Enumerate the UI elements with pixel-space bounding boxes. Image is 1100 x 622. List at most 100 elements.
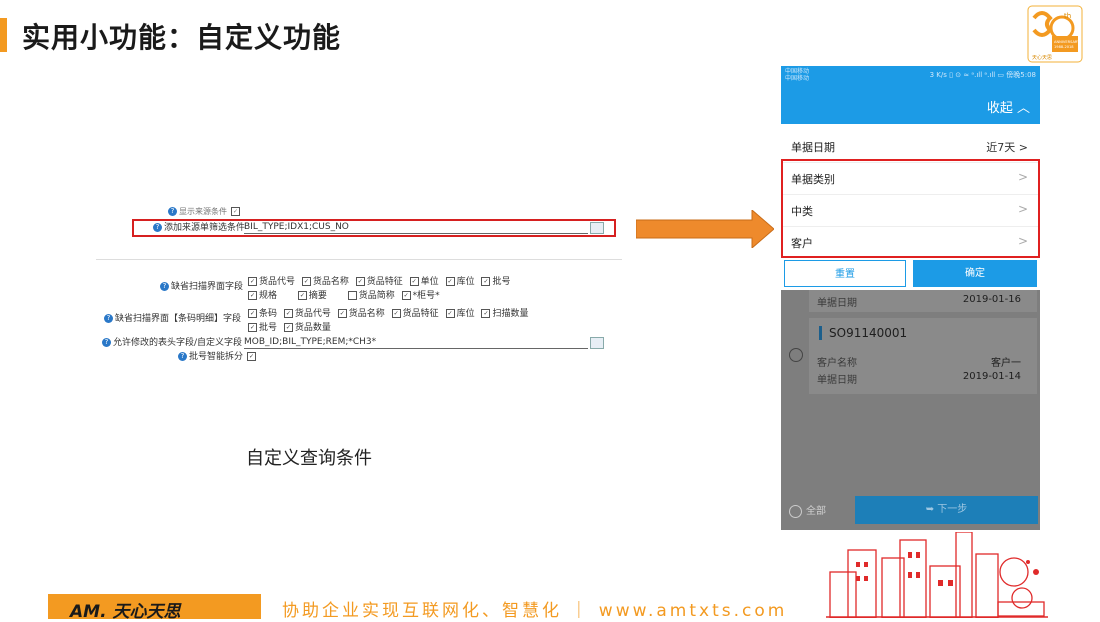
scan-field: 货品代号 — [259, 277, 296, 287]
carrier-info: 中国移动 中国移动 — [785, 68, 809, 82]
order-select-radio[interactable] — [789, 348, 803, 362]
phone-screen: 中国移动 中国移动 3 K/s ▯ ⊙ ≈ ᵃ.ıll ᵃ.ıll ▭ 傍晚5:… — [781, 66, 1040, 530]
slide-caption: 自定义查询条件 — [246, 448, 372, 469]
batch-split-checkbox[interactable]: ✓ — [247, 352, 257, 361]
filter-row-value: 近7天 > — [986, 141, 1028, 154]
barcode-row2: ✓ 批号 ✓ 货品数量 — [244, 322, 331, 334]
config-divider — [96, 259, 622, 260]
badge-th: th — [1064, 12, 1071, 20]
editable-label-row: ? 允许修改的表头字段/自定义字段 — [102, 337, 242, 349]
checkbox-checked[interactable]: ✓ — [355, 277, 365, 286]
help-icon: ? — [104, 314, 113, 323]
next-arrow-icon: ➥ — [925, 504, 938, 515]
slide-title: 实用小功能：自定义功能 — [22, 21, 342, 54]
help-icon: ? — [102, 338, 111, 347]
status-bar: 中国移动 中国移动 3 K/s ▯ ⊙ ≈ ᵃ.ıll ᵃ.ıll ▭ 傍晚5:… — [781, 66, 1040, 84]
checkbox-checked[interactable]: ✓ — [283, 309, 293, 318]
scan-field: 批号 — [492, 277, 511, 287]
checkbox-checked[interactable]: ✓ — [248, 323, 257, 332]
card-date-value: 2019-01-14 — [962, 371, 1021, 382]
confirm-button[interactable]: 确定 — [913, 260, 1037, 287]
scan-default-label: 缺省扫描界面字段 — [171, 282, 244, 292]
company-logo: AM. 天心天思 — [48, 594, 261, 622]
badge-years: 1988-2018 — [1054, 45, 1074, 49]
dimmed-list-overlay: 单据日期 2019-01-16 SO91140001 客户名称 客户一 单据日期… — [781, 290, 1040, 530]
select-all-radio[interactable] — [789, 504, 802, 518]
filter-action-bar: 重置 确定 — [781, 258, 1040, 290]
carrier-line2: 中国移动 — [785, 75, 810, 82]
scan-default-label-row: ? 缺省扫描界面字段 — [160, 281, 243, 293]
barcode-field: 货品特征 — [402, 309, 439, 319]
barcode-field: 扫描数量 — [492, 309, 529, 319]
company-logo-text: AM. 天心天思 — [70, 602, 181, 622]
batch-split-row: ? 批号智能拆分 ✓ — [178, 351, 258, 363]
scan-field: 货品简称 — [358, 291, 395, 301]
order-card[interactable]: SO91140001 客户名称 客户一 单据日期 2019-01-14 — [809, 318, 1037, 394]
checkbox-checked[interactable]: ✓ — [283, 323, 293, 332]
customer-value: 客户一 — [991, 358, 1021, 369]
scan-field: 规格 — [259, 291, 278, 301]
next-step-button[interactable]: ➥ 下一步 — [855, 496, 1038, 524]
barcode-label-row: ? 缺省扫描界面【条码明细】字段 — [104, 313, 241, 325]
checkbox-checked[interactable]: ✓ — [248, 309, 257, 318]
checkbox-checked[interactable]: ✓ — [445, 277, 455, 286]
anniversary-badge: th ANNIVERSARY 1988-2018 天心天思 — [1022, 4, 1088, 66]
order-card-partial: 单据日期 2019-01-16 — [809, 290, 1037, 312]
select-all[interactable]: 全部 — [789, 502, 826, 518]
title-accent-bar — [0, 18, 7, 52]
right-arrow-icon — [636, 210, 774, 248]
checkbox-checked[interactable]: ✓ — [481, 309, 491, 318]
scan-field: 货品名称 — [312, 277, 349, 287]
status-right: 3 K/s ▯ ⊙ ≈ ᵃ.ıll ᵃ.ıll ▭ 傍晚5:08 — [929, 71, 1036, 79]
badge-company: 天心天思 — [1032, 54, 1052, 61]
editable-fields-input[interactable]: MOB_ID;BIL_TYPE;REM;*CH3* — [244, 337, 588, 349]
order-accent-bar — [819, 326, 822, 340]
scan-field: *柜号* — [412, 291, 440, 301]
editable-fields-picker-icon[interactable] — [590, 337, 604, 349]
barcode-field: 货品代号 — [294, 309, 331, 319]
next-step-label: 下一步 — [937, 504, 968, 515]
barcode-field: 批号 — [259, 323, 278, 333]
barcode-row1: ✓ 条码 ✓ 货品代号 ✓ 货品名称 ✓ 货品特征 ✓ 库位 ✓ 扫描数量 — [244, 308, 528, 320]
checkbox-checked[interactable]: ✓ — [248, 277, 257, 286]
barcode-field: 条码 — [259, 309, 278, 319]
scan-field: 摘要 — [308, 291, 327, 301]
help-icon: ? — [178, 352, 187, 361]
card-date-label: 单据日期 — [817, 375, 857, 386]
config-row-partial: ? 显示来源条件 ✓ — [168, 206, 242, 218]
checkbox-checked[interactable]: ✓ — [337, 309, 347, 318]
checkbox-checked[interactable]: ✓ — [301, 277, 311, 286]
barcode-field: 货品名称 — [348, 309, 385, 319]
filter-row-label: 单据日期 — [791, 141, 835, 154]
checkbox-checked[interactable]: ✓ — [248, 291, 257, 300]
checkbox-unchecked[interactable] — [347, 291, 357, 300]
select-all-label: 全部 — [806, 506, 826, 517]
barcode-field: 库位 — [456, 309, 475, 319]
reset-button[interactable]: 重置 — [784, 260, 906, 287]
help-icon: ? — [168, 207, 177, 216]
checkbox-checked[interactable]: ✓ — [231, 207, 240, 216]
config-row-partial-label: 显示来源条件 — [179, 207, 227, 216]
footer-slogan: 协助企业实现互联网化、智慧化 ｜ www.amtxts.com — [282, 601, 788, 621]
scan-default-row2: ✓ 规格 ✓ 摘要 货品简称 ✓ *柜号* — [244, 290, 440, 302]
city-skyline-icon — [826, 532, 1048, 618]
checkbox-checked[interactable]: ✓ — [401, 291, 411, 300]
filter-condition-highlight — [132, 219, 616, 237]
anniversary-badge-icon: th ANNIVERSARY 1988-2018 天心天思 — [1027, 5, 1083, 63]
order-number: SO91140001 — [829, 326, 908, 340]
barcode-field: 货品数量 — [294, 323, 331, 333]
checkbox-checked[interactable]: ✓ — [297, 291, 307, 300]
card-date-value: 2019-01-16 — [962, 294, 1021, 305]
checkbox-checked[interactable]: ✓ — [481, 277, 491, 286]
badge-anniversary: ANNIVERSARY — [1054, 40, 1080, 44]
scan-field: 单位 — [420, 277, 439, 287]
checkbox-checked[interactable]: ✓ — [391, 309, 401, 318]
checkbox-checked[interactable]: ✓ — [409, 277, 419, 286]
collapse-button[interactable]: 收起 ︿ — [987, 97, 1030, 116]
card-date-label: 单据日期 — [817, 298, 857, 309]
app-bar: 收起 ︿ — [781, 84, 1040, 124]
checkbox-checked[interactable]: ✓ — [445, 309, 455, 318]
editable-label: 允许修改的表头字段/自定义字段 — [113, 338, 243, 348]
customer-label: 客户名称 — [817, 358, 857, 369]
scan-field: 库位 — [456, 277, 475, 287]
